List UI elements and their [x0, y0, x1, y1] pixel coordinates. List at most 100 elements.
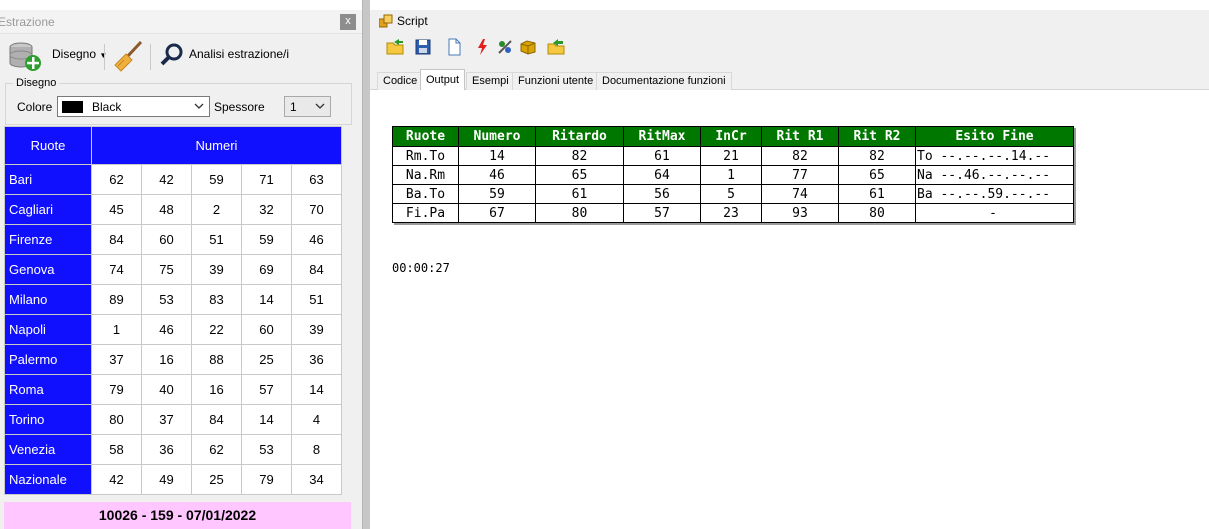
drawn-number: 60 — [241, 314, 292, 345]
drawn-number: 14 — [291, 374, 342, 405]
drawn-number: 39 — [291, 314, 342, 345]
open-folder-icon[interactable] — [386, 38, 404, 56]
result-column-header: Numero — [458, 126, 536, 147]
drawn-number: 51 — [291, 284, 342, 315]
toolbar-separator — [104, 44, 105, 70]
drawn-number: 45 — [91, 194, 142, 225]
result-cell: 23 — [700, 203, 762, 223]
table-row: Bari 62 42 59 71 63 — [4, 164, 342, 195]
table-header-row: Ruote Numeri — [4, 126, 342, 165]
result-cell: Na --.46.--.--.-- — [915, 165, 1074, 185]
spessore-value: 1 — [290, 100, 297, 114]
result-cell: 61 — [838, 184, 916, 204]
stop-script-icon[interactable] — [496, 38, 514, 56]
drawn-number: 62 — [91, 164, 142, 195]
table-row: Torino 80 37 84 14 4 — [4, 404, 342, 435]
result-column-header: Rit R1 — [761, 126, 839, 147]
draw-info-bar: 10026 - 159 - 07/01/2022 — [4, 502, 351, 529]
estrazione-titlebar: Estrazione x — [0, 10, 362, 34]
result-cell: 61 — [535, 184, 624, 204]
output-area: Ruote Numero Ritardo RitMax InCr Rit R1 Rit R2… — [370, 90, 1209, 529]
drawn-number: 63 — [291, 164, 342, 195]
disegno-dropdown-button[interactable]: Disegno ▼ — [52, 47, 107, 61]
colore-select[interactable]: Black — [57, 96, 210, 117]
run-script-icon[interactable] — [474, 38, 492, 56]
table-row: Cagliari 45 48 2 32 70 — [4, 194, 342, 225]
result-cell: 59 — [458, 184, 536, 204]
database-add-icon[interactable] — [8, 40, 42, 72]
tab-esempi[interactable]: Esempi — [466, 72, 515, 90]
toolbar-separator — [150, 44, 151, 70]
drawn-number: 80 — [91, 404, 142, 435]
result-cell: 1 — [700, 165, 762, 185]
result-cell: 74 — [761, 184, 839, 204]
color-swatch — [62, 101, 83, 113]
drawn-number: 69 — [241, 254, 292, 285]
script-window-icon — [379, 14, 393, 28]
magnifier-icon[interactable] — [159, 42, 185, 68]
result-cell: 5 — [700, 184, 762, 204]
wheel-name: Venezia — [4, 434, 92, 465]
estrazione-title: Estrazione — [0, 15, 55, 29]
drawn-number: 25 — [191, 464, 242, 495]
drawn-number: 51 — [191, 224, 242, 255]
drawn-number: 32 — [241, 194, 292, 225]
drawn-number: 89 — [91, 284, 142, 315]
drawn-number: 37 — [91, 344, 142, 375]
table-row: Firenze 84 60 51 59 46 — [4, 224, 342, 255]
drawn-number: 70 — [291, 194, 342, 225]
drawn-number: 40 — [141, 374, 192, 405]
result-column-header: InCr — [700, 126, 762, 147]
wheel-name: Torino — [4, 404, 92, 435]
drawn-number: 22 — [191, 314, 242, 345]
tab-output[interactable]: Output — [420, 69, 466, 91]
panel-splitter[interactable] — [362, 0, 370, 529]
result-cell: 65 — [838, 165, 916, 185]
drawn-number: 8 — [291, 434, 342, 465]
tab-documentazione-funzioni[interactable]: Documentazione funzioni — [596, 72, 732, 90]
analisi-estrazioni-button[interactable]: Analisi estrazione/i — [189, 47, 289, 61]
script-title: Script — [397, 14, 428, 28]
result-cell: Ba.To — [392, 184, 459, 204]
drawn-number: 58 — [91, 434, 142, 465]
wheel-name: Bari — [4, 164, 92, 195]
tab-codice[interactable]: Codice — [377, 72, 424, 90]
wheel-name: Roma — [4, 374, 92, 405]
estrazione-table: Ruote Numeri Bari 62 42 59 71 63 Cagliari 45 48 2… — [4, 126, 342, 495]
new-document-icon[interactable] — [445, 38, 463, 56]
table-row: Milano 89 53 83 14 51 — [4, 284, 342, 315]
result-header-row: Ruote Numero Ritardo RitMax InCr Rit R1 Rit R2… — [392, 126, 1074, 147]
table-row: Venezia 58 36 62 53 8 — [4, 434, 342, 465]
drawn-number: 42 — [91, 464, 142, 495]
result-row: Rm.To 14 82 61 21 82 82 To --.--.--.14.-- — [392, 146, 1074, 166]
drawn-number: 74 — [91, 254, 142, 285]
disegno-group: Disegno Colore Black Spessore 1 — [5, 77, 352, 125]
result-cell: Rm.To — [392, 146, 459, 166]
result-cell: 93 — [761, 203, 839, 223]
result-row: Fi.Pa 67 80 57 23 93 80- — [392, 203, 1074, 223]
wheel-name: Palermo — [4, 344, 92, 375]
broom-icon[interactable] — [112, 39, 144, 73]
script-titlebar: Script — [370, 10, 1209, 32]
result-cell: 67 — [458, 203, 536, 223]
drawn-number: 37 — [141, 404, 192, 435]
drawn-number: 49 — [141, 464, 192, 495]
result-cell: 80 — [535, 203, 624, 223]
tab-funzioni-utente[interactable]: Funzioni utente — [512, 72, 600, 90]
drawn-number: 79 — [241, 464, 292, 495]
drawn-number: 71 — [241, 164, 292, 195]
close-panel-button[interactable]: x — [340, 14, 356, 30]
result-row: Ba.To 59 61 56 5 74 61 Ba --.--.59.--.-- — [392, 184, 1074, 204]
result-cell: 64 — [623, 165, 701, 185]
drawn-number: 46 — [291, 224, 342, 255]
result-cell: - — [915, 203, 1074, 223]
export-folder-icon[interactable] — [547, 38, 565, 56]
drawn-number: 36 — [291, 344, 342, 375]
drawn-number: 34 — [291, 464, 342, 495]
drawn-number: 2 — [191, 194, 242, 225]
archive-icon[interactable] — [519, 38, 537, 56]
spessore-select[interactable]: 1 — [284, 96, 331, 117]
script-toolbar — [370, 32, 1209, 62]
result-cell: 65 — [535, 165, 624, 185]
save-icon[interactable] — [414, 38, 432, 56]
